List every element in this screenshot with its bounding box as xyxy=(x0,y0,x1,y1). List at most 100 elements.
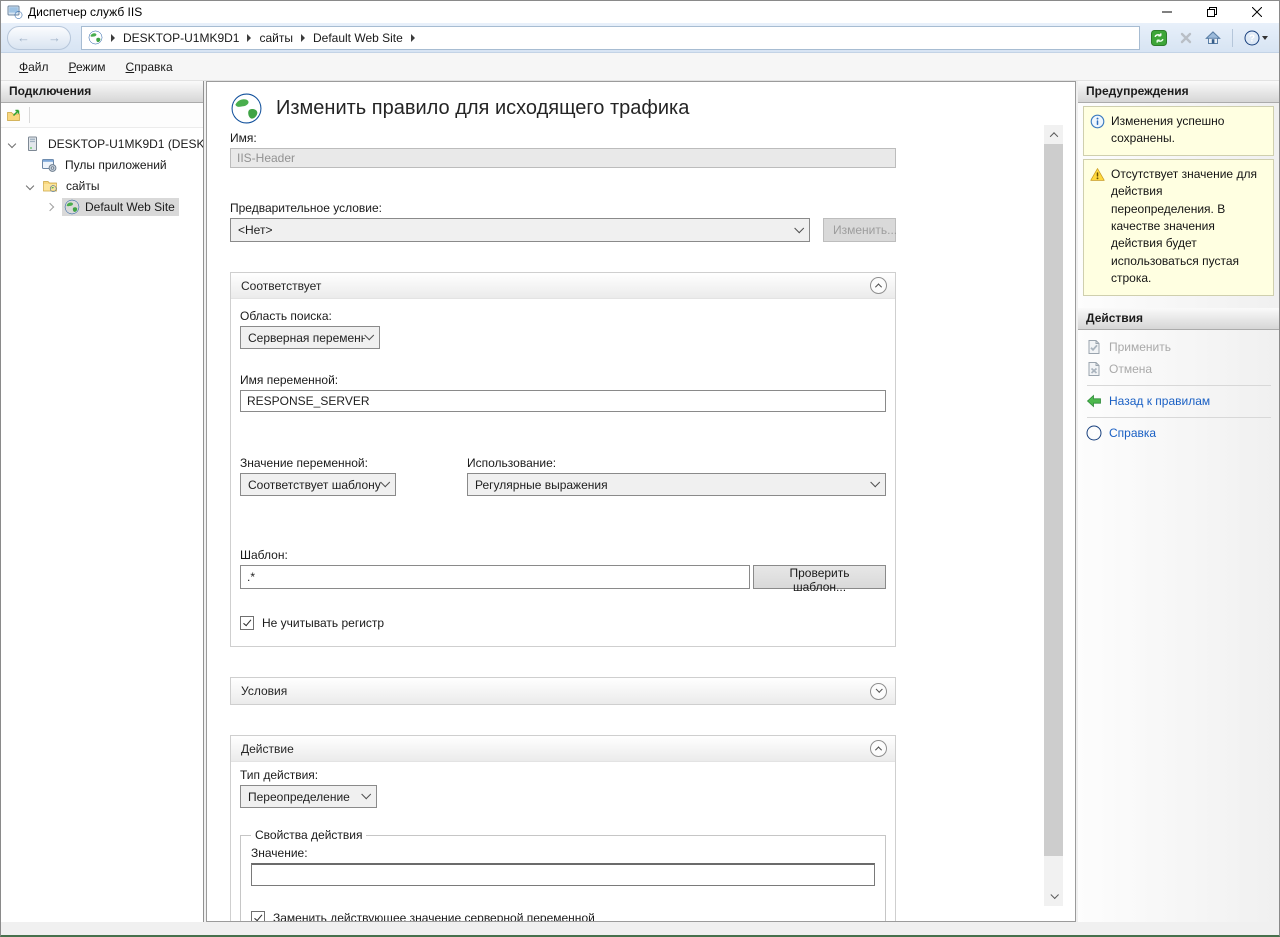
back-nav-button[interactable]: ← xyxy=(17,31,30,44)
restore-icon xyxy=(1207,7,1217,17)
home-button[interactable] xyxy=(1202,27,1224,49)
chevron-down-icon xyxy=(380,477,390,487)
home-icon xyxy=(1205,30,1221,46)
pattern-input[interactable] xyxy=(240,565,750,589)
refresh-icon xyxy=(1151,30,1167,46)
rule-name-input[interactable] xyxy=(230,148,896,168)
edit-rule-page: Изменить правило для исходящего трафика … xyxy=(206,81,1076,922)
stop-icon xyxy=(1178,30,1194,46)
section-title: Условия xyxy=(241,684,287,698)
title-bar: Диспетчер служб IIS xyxy=(1,1,1279,23)
info-alert: Изменения успешно сохранены. xyxy=(1083,106,1274,156)
match-section-header[interactable]: Соответствует xyxy=(231,273,895,299)
tree-item-sites[interactable]: сайты xyxy=(1,175,203,196)
chevron-down-icon xyxy=(1050,890,1058,898)
breadcrumb-default-web-site[interactable]: Default Web Site xyxy=(313,31,403,45)
match-section: Соответствует Область поиска: Серверная … xyxy=(230,272,896,647)
app-icon xyxy=(7,4,23,20)
chevron-up-icon xyxy=(875,283,882,290)
menu-view[interactable]: Режим xyxy=(61,57,114,77)
precondition-select[interactable]: <Нет> xyxy=(230,218,810,242)
chevron-down-icon xyxy=(794,223,804,233)
toolbar-divider xyxy=(29,107,30,123)
precondition-label: Предварительное условие: xyxy=(230,201,896,215)
chevron-expanded-icon[interactable] xyxy=(26,181,34,189)
address-bar: ← → DESKTOP-U1MK9D1 сайты Default Web Si… xyxy=(1,23,1279,53)
iis-manager-window: Диспетчер служб IIS ← → DESKTOP-U1MK9D1 … xyxy=(0,0,1280,937)
minimize-button[interactable] xyxy=(1144,1,1189,23)
close-button[interactable] xyxy=(1234,1,1279,23)
breadcrumb[interactable]: DESKTOP-U1MK9D1 сайты Default Web Site xyxy=(81,26,1140,50)
action-value-input[interactable] xyxy=(251,863,875,886)
action-properties-group: Свойства действия Значение: Заменить дей… xyxy=(240,828,886,922)
tree-item-default-web-site[interactable]: Default Web Site xyxy=(1,196,203,217)
test-pattern-button[interactable]: Проверить шаблон... xyxy=(753,565,886,589)
collapse-section-button[interactable] xyxy=(870,277,887,294)
main-scrollbar[interactable] xyxy=(1044,125,1063,906)
back-to-rules-link[interactable]: Назад к правилам xyxy=(1086,391,1272,412)
actions-divider xyxy=(1087,417,1271,418)
help-icon xyxy=(1086,425,1102,441)
expand-section-button[interactable] xyxy=(870,683,887,700)
variable-name-input[interactable] xyxy=(240,390,886,412)
action-section-header[interactable]: Действие xyxy=(231,736,895,762)
menu-help[interactable]: Справка xyxy=(118,57,181,77)
cancel-icon xyxy=(1086,361,1102,377)
action-type-select[interactable]: Переопределение xyxy=(240,785,377,808)
stop-button[interactable] xyxy=(1175,27,1197,49)
chevron-up-icon xyxy=(1049,132,1057,140)
conditions-section: Условия xyxy=(230,677,896,705)
connect-to-server-icon[interactable] xyxy=(6,107,22,123)
globe-icon xyxy=(88,30,103,45)
breadcrumb-server[interactable]: DESKTOP-U1MK9D1 xyxy=(123,31,239,45)
application-pools-icon xyxy=(41,157,57,173)
scroll-up-button[interactable] xyxy=(1044,125,1063,144)
selected-tree-item[interactable]: Default Web Site xyxy=(62,198,179,216)
tree-item-server[interactable]: DESKTOP-U1MK9D1 (DESKTOP-U1MK9D1) xyxy=(1,133,203,154)
warning-alert: Отсутствует значение для действия переоп… xyxy=(1083,159,1274,296)
navigation-buttons: ← → xyxy=(7,26,71,50)
ignore-case-label: Не учитывать регистр xyxy=(262,616,384,630)
variable-value-select[interactable]: Соответствует шаблону xyxy=(240,473,396,496)
scrollbar-track[interactable] xyxy=(1044,856,1063,887)
restore-button[interactable] xyxy=(1189,1,1234,23)
connections-tree: DESKTOP-U1MK9D1 (DESKTOP-U1MK9D1) Пулы п… xyxy=(1,128,203,922)
replace-value-checkbox[interactable] xyxy=(251,911,265,922)
cancel-button[interactable]: Отмена xyxy=(1086,359,1272,380)
edit-precondition-button[interactable]: Изменить... xyxy=(823,218,896,242)
chevron-down-icon xyxy=(876,685,883,692)
scroll-down-button[interactable] xyxy=(1044,887,1063,906)
help-link[interactable]: Справка xyxy=(1086,423,1272,444)
tree-item-label: сайты xyxy=(63,178,103,194)
variable-name-label: Имя переменной: xyxy=(240,373,886,387)
apply-button[interactable]: Применить xyxy=(1086,337,1272,358)
variable-value-label: Значение переменной: xyxy=(240,456,467,470)
window-title: Диспетчер служб IIS xyxy=(28,5,1144,19)
action-section: Действие Тип действия: Переопределение С… xyxy=(230,735,896,922)
scrollbar-thumb[interactable] xyxy=(1044,144,1063,856)
section-title: Соответствует xyxy=(241,279,321,293)
action-type-label: Тип действия: xyxy=(240,768,886,782)
chevron-collapsed-icon[interactable] xyxy=(46,202,54,210)
app-body: Подключения DESKTOP-U1MK9D1 (DESKTOP-U1M… xyxy=(1,81,1279,922)
matching-scope-select[interactable]: Серверная переменн xyxy=(240,326,380,349)
connections-header: Подключения xyxy=(1,81,203,103)
help-icon xyxy=(1244,30,1260,46)
tree-item-label: Пулы приложений xyxy=(62,157,170,173)
breadcrumb-sites[interactable]: сайты xyxy=(259,31,293,45)
conditions-section-header[interactable]: Условия xyxy=(231,678,895,704)
page-header: Изменить правило для исходящего трафика xyxy=(230,92,896,125)
chevron-expanded-icon[interactable] xyxy=(8,139,16,147)
help-menu-button[interactable] xyxy=(1241,27,1271,49)
forward-nav-button[interactable]: → xyxy=(48,31,61,44)
breadcrumb-separator-icon xyxy=(411,34,415,42)
chevron-up-icon xyxy=(875,746,882,753)
site-globe-icon xyxy=(64,199,80,215)
alert-text: Отсутствует значение для действия переоп… xyxy=(1111,166,1267,288)
refresh-button[interactable] xyxy=(1148,27,1170,49)
collapse-section-button[interactable] xyxy=(870,740,887,757)
ignore-case-checkbox[interactable] xyxy=(240,616,254,630)
menu-file[interactable]: Файл xyxy=(11,57,57,77)
tree-item-app-pools[interactable]: Пулы приложений xyxy=(1,154,203,175)
using-select[interactable]: Регулярные выражения xyxy=(467,473,886,496)
